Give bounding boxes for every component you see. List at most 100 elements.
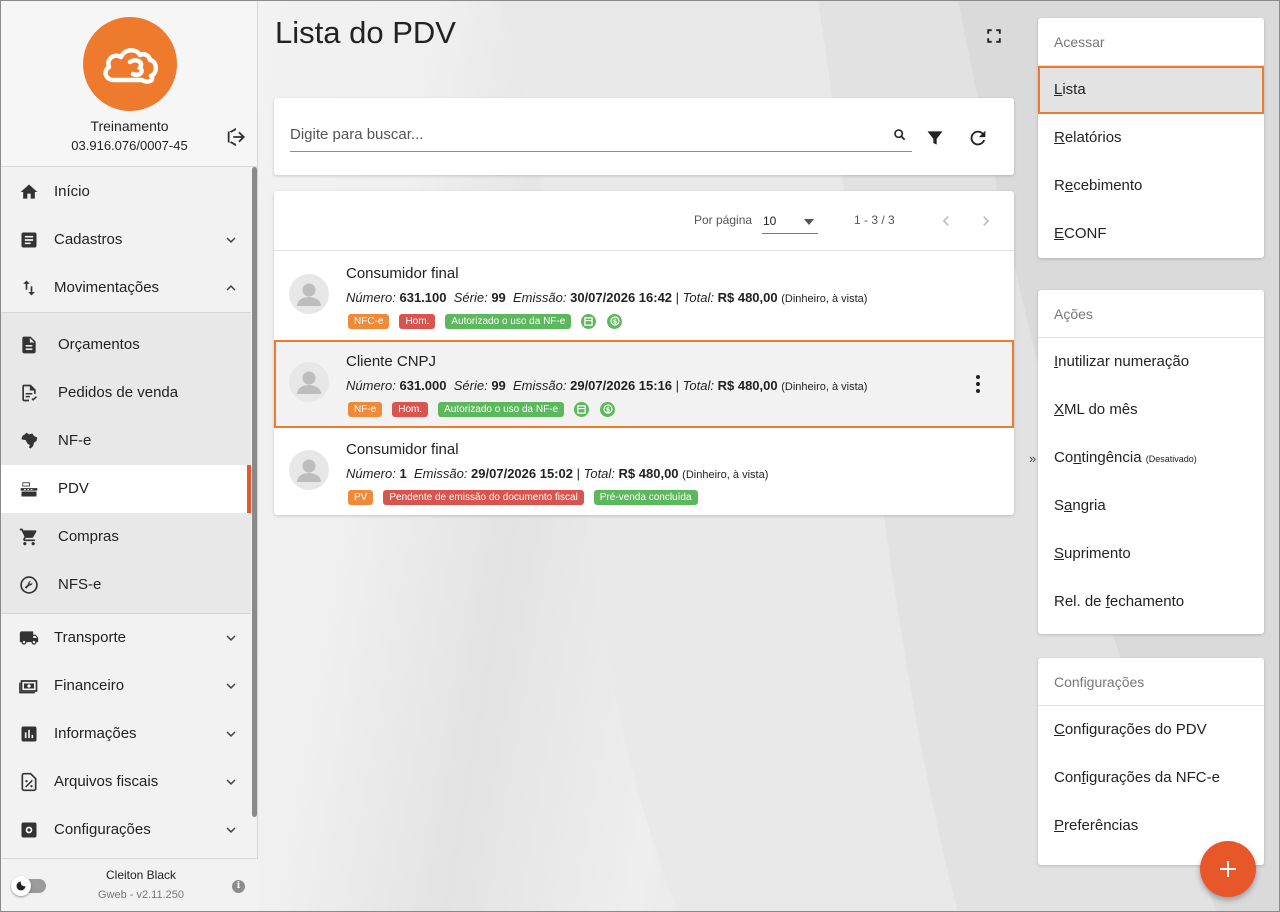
sidebar-header: Treinamento 03.916.076/0007-45 (1, 1, 257, 167)
menu-item-lista[interactable]: Lista (1038, 66, 1264, 114)
company-logo[interactable] (83, 17, 177, 111)
filter-icon[interactable] (925, 128, 945, 148)
sidebar-item-inicio[interactable]: Início (1, 168, 251, 216)
numero-label: Número: (346, 466, 396, 481)
label-pre: Rel. de (1054, 593, 1106, 610)
chevron-right-icon[interactable] (976, 211, 996, 231)
list-box-icon (21, 232, 37, 248)
movimentacoes-submenu: Orçamentos Pedidos de venda NF-e PDV Com… (1, 312, 251, 614)
svg-text:$: $ (605, 406, 610, 414)
more-vertical-icon[interactable] (968, 373, 988, 395)
sidebar-item-configuracoes[interactable]: Configurações (1, 806, 251, 854)
chevron-down-icon (226, 827, 236, 833)
label-pre: R (1054, 177, 1065, 194)
sidebar-item-financeiro[interactable]: Financeiro (1, 662, 251, 710)
total-label: Total: (682, 378, 714, 393)
numero-value: 631.100 (399, 290, 447, 305)
menu-item-configuracoes-do-pdv[interactable]: Configurações do PDV (1038, 706, 1264, 754)
numero-label: Número: (346, 290, 396, 305)
sidebar-scrollbar[interactable] (252, 167, 257, 817)
sidebar-item-movimentacoes[interactable]: Movimentações (1, 264, 251, 312)
status-badge: PV (348, 489, 374, 505)
sidebar-item-arquivos-fiscais[interactable]: Arquivos fiscais (1, 758, 251, 806)
menu-item-relatorios[interactable]: Relatórios (1038, 114, 1264, 162)
emissao-label: Emissão: (513, 378, 567, 393)
configuracoes-card: Configurações Configurações do PDV Confi… (1038, 658, 1264, 865)
sidebar-item-orcamentos[interactable]: Orçamentos (1, 321, 251, 369)
label-accesskey: E (1054, 225, 1065, 242)
info-icon[interactable]: i (232, 880, 245, 893)
chevron-down-icon (226, 683, 236, 689)
sidebar-item-pedidos-de-venda[interactable]: Pedidos de venda (1, 369, 251, 417)
list-item[interactable]: Consumidor final Número: 1 Emissão: 29/0… (274, 428, 1014, 516)
truck-icon (19, 631, 39, 645)
status-badge: Hom. (399, 313, 436, 329)
brazil-map-icon (21, 432, 38, 449)
sidebar-item-nfse[interactable]: NFS-e (1, 561, 251, 609)
pdv-list-card: Por página 10 1 - 3 / 3 Consumidor final… (274, 191, 1014, 515)
menu-item-inutilizar-numeracao[interactable]: Inutilizar numeração (1038, 338, 1264, 386)
menu-item-configuracoes-da-nfce[interactable]: Configurações da NFC-e (1038, 754, 1264, 802)
label-post: igurações da NFC-e (1085, 769, 1220, 786)
per-page-select[interactable]: 10 (762, 209, 818, 234)
menu-item-xml-do-mes[interactable]: XML do mês (1038, 386, 1264, 434)
list-item[interactable]: Consumidor final Número: 631.100 Série: … (274, 252, 1014, 340)
dollar-icon: $ (607, 313, 623, 329)
printer-icon (574, 401, 590, 417)
label-post: uprimento (1064, 545, 1131, 562)
list-item-selected[interactable]: Cliente CNPJ Número: 631.000 Série: 99 E… (274, 340, 1014, 428)
logout-icon[interactable] (225, 126, 247, 148)
emissao-label: Emissão: (413, 466, 468, 481)
label-accesskey: n (1073, 449, 1082, 466)
label-accesskey: C (1054, 721, 1065, 738)
status-badge: NFC-e (348, 313, 390, 329)
sidebar-item-compras[interactable]: Compras (1, 513, 251, 561)
chevron-left-icon[interactable] (936, 211, 956, 231)
menu-item-recebimento[interactable]: Recebimento (1038, 162, 1264, 210)
acessar-title: Acessar (1038, 18, 1264, 66)
menu-item-sangria[interactable]: Sangria (1038, 482, 1264, 530)
menu-item-econf[interactable]: ECONF (1038, 210, 1264, 258)
serie-value: 99 (491, 290, 506, 305)
acoes-title: Ações (1038, 290, 1264, 338)
numero-label: Número: (346, 378, 396, 393)
swap-icon (23, 280, 35, 296)
search-card (274, 98, 1014, 175)
sidebar-item-transporte[interactable]: Transporte (1, 614, 251, 662)
moon-icon (16, 881, 26, 891)
sidebar-item-nfe[interactable]: NF-e (1, 417, 251, 465)
menu-item-rel-de-fechamento[interactable]: Rel. de fechamento (1038, 578, 1264, 626)
acessar-card: Acessar Lista Relatórios Recebimento ECO… (1038, 18, 1264, 258)
menu-item-contingencia[interactable]: Contingência (Desativado) (1038, 434, 1264, 482)
card-padding (1038, 626, 1264, 634)
payment-info: (Dinheiro, à vista) (682, 469, 769, 481)
label-accesskey: X (1054, 401, 1065, 418)
cash-register-icon (20, 482, 38, 497)
menu-item-suprimento[interactable]: Suprimento (1038, 530, 1264, 578)
refresh-icon[interactable] (967, 127, 989, 149)
sidebar-item-pdv[interactable]: PDV (1, 465, 251, 513)
printer-icon (581, 313, 597, 329)
plus-icon (1220, 861, 1236, 877)
sidebar-item-label: Cadastros (54, 231, 123, 248)
total-value: R$ 480,00 (717, 378, 778, 393)
money-icon (19, 680, 38, 694)
sidebar-nav: Início Cadastros Movimentações Orçamento… (1, 168, 251, 854)
numero-value: 1 (399, 466, 407, 481)
search-input[interactable] (290, 118, 912, 152)
sidebar-item-informacoes[interactable]: Informações (1, 710, 251, 758)
per-page-value: 10 (763, 214, 777, 228)
fullscreen-icon[interactable] (985, 27, 1003, 45)
theme-toggle-knob[interactable] (11, 876, 31, 896)
search-icon[interactable] (892, 127, 908, 143)
label-post: elatórios (1064, 129, 1122, 146)
sidebar-item-label: NF-e (58, 432, 92, 449)
document-icon (22, 336, 36, 354)
pagination-bar: Por página 10 1 - 3 / 3 (274, 191, 1014, 251)
label-pre: S (1054, 497, 1065, 514)
acoes-card: Ações Inutilizar numeração XML do mês Co… (1038, 290, 1264, 634)
add-button[interactable] (1200, 841, 1256, 897)
cart-icon (19, 528, 37, 546)
label-pre: Con (1054, 769, 1082, 786)
sidebar-item-cadastros[interactable]: Cadastros (1, 216, 251, 264)
